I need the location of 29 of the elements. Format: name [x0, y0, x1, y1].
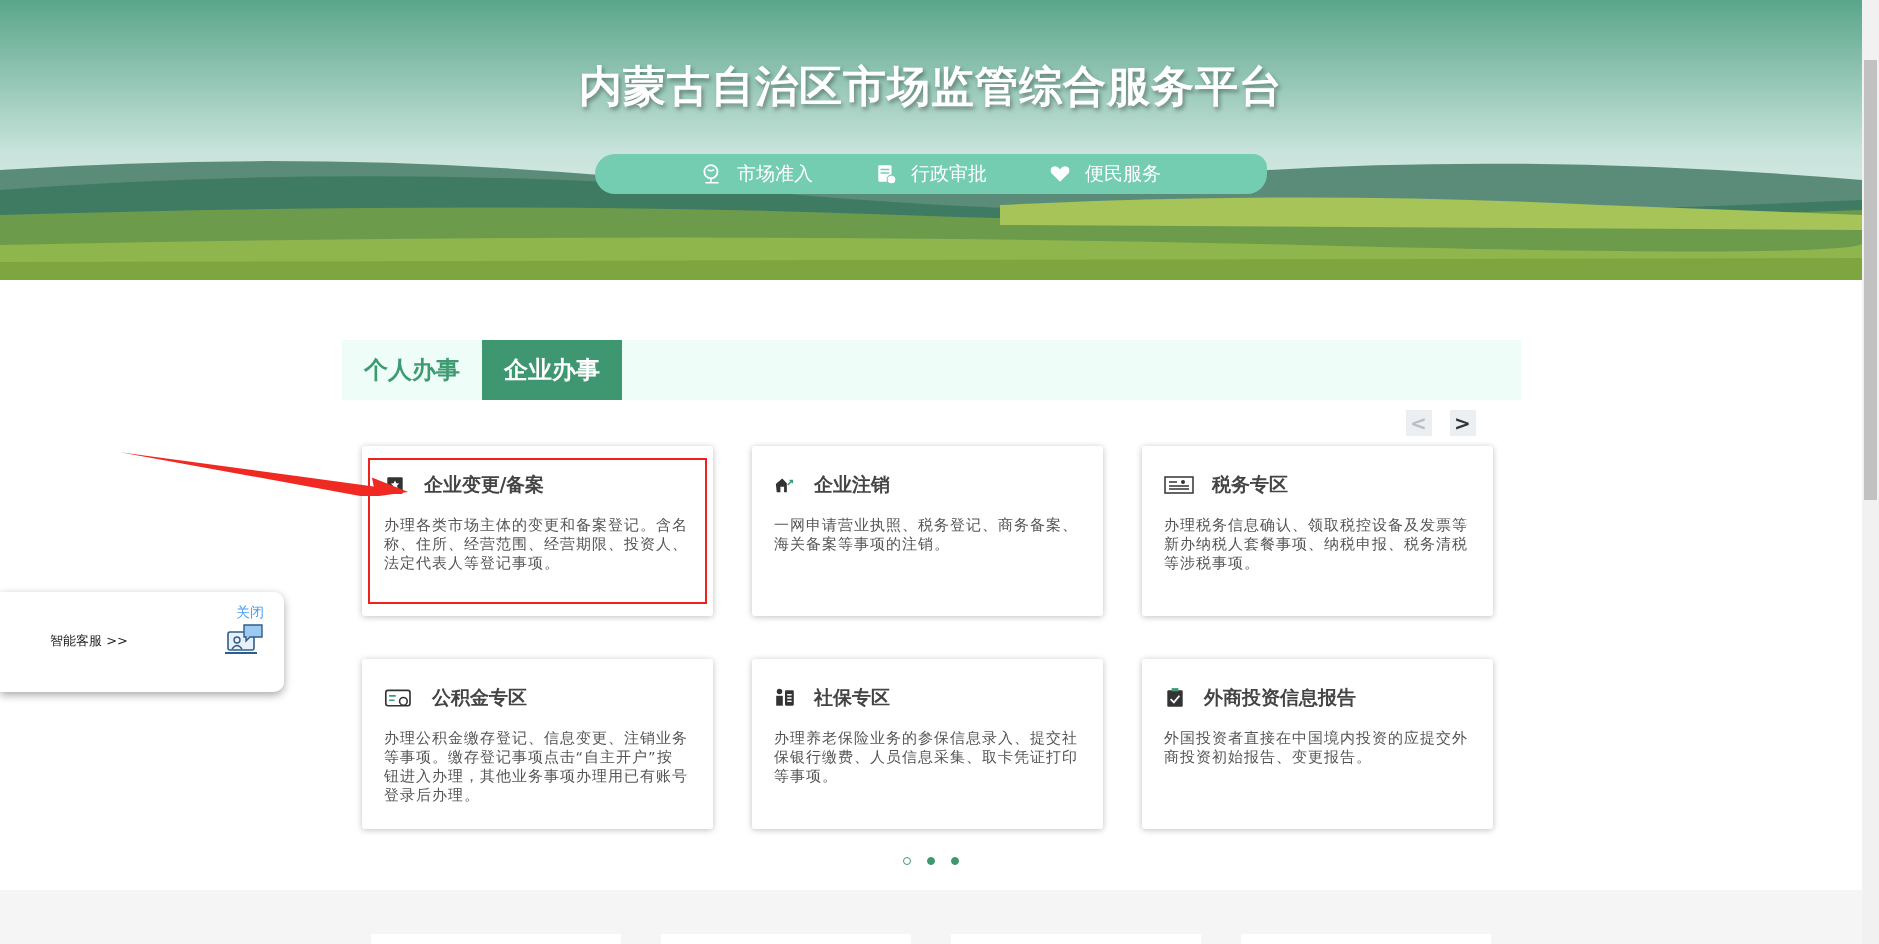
card-title: 外商投资信息报告: [1203, 685, 1356, 710]
next-button[interactable]: >: [1449, 410, 1476, 436]
service-card[interactable]: 外商投资信息报告 外国投资者直接在中国境内投资的应提交外商投资初始报告、变更报告。: [1141, 659, 1493, 829]
id-card-icon: [383, 687, 414, 709]
site-title: 内蒙古自治区市场监管综合服务平台: [579, 60, 1283, 113]
service-card[interactable]: 税务专区 办理税务信息确认、领取税控设备及发票等新办纳税人套餐事项、纳税申报、税务清税等涉税事项。: [1141, 446, 1493, 616]
service-card[interactable]: 公积金专区 办理公积金缴存登记、信息变更、注销业务等事项。缴存登记事项点击“自主开户”按钮进入办理，其他业务事项办理用已有账号登录后办理。: [361, 659, 713, 829]
service-card[interactable]: 社保专区 办理养老保险业务的参保信息录入、提交社保银行缴费、人员信息采集、取卡凭证打印等事项。: [751, 659, 1103, 829]
person-list-icon: [773, 687, 796, 709]
card-description: 一网申请营业执照、税务登记、商务备案、海关备案等事项的注销。: [773, 516, 1078, 554]
card-description: 办理养老保险业务的参保信息录入、提交社保银行缴费、人员信息采集、取卡凭证打印等事项。: [773, 729, 1078, 786]
assistant-link[interactable]: 智能客服 >>: [50, 632, 128, 650]
card-title: 企业注销: [813, 472, 890, 497]
card-description: 外国投资者直接在中国境内投资的应提交外商投资初始报告、变更报告。: [1163, 729, 1468, 767]
card-title: 社保专区: [813, 685, 890, 710]
service-card[interactable]: 企业注销 一网申请营业执照、税务登记、商务备案、海关备案等事项的注销。: [751, 446, 1103, 616]
tab[interactable]: 企业办事: [481, 340, 622, 400]
certificate-icon: [1163, 474, 1194, 496]
carousel-dot[interactable]: [927, 857, 935, 865]
service-card[interactable]: 企业变更/备案 办理各类市场主体的变更和备案登记。含名称、住所、经营范围、经营期限、投资人、法定代表人等登记事项。: [361, 446, 713, 616]
card-title: 税务专区: [1211, 472, 1288, 497]
scrollbar[interactable]: [1862, 0, 1879, 944]
card-description: 办理各类市场主体的变更和备案登记。含名称、住所、经营范围、经营期限、投资人、法定代表人等登记事项。: [383, 516, 688, 573]
card-description: 办理公积金缴存登记、信息变更、注销业务等事项。缴存登记事项点击“自主开户”按钮进入办理，其他业务事项办理用已有账号登录后办理。: [383, 729, 688, 805]
card-title: 公积金专区: [431, 685, 527, 710]
carousel-dot[interactable]: [951, 857, 959, 865]
document-check-icon: [875, 163, 897, 185]
card-description: 办理税务信息确认、领取税控设备及发票等新办纳税人套餐事项、纳税申报、税务清税等涉税事项。: [1163, 516, 1468, 573]
card-title: 企业变更/备案: [423, 472, 545, 497]
